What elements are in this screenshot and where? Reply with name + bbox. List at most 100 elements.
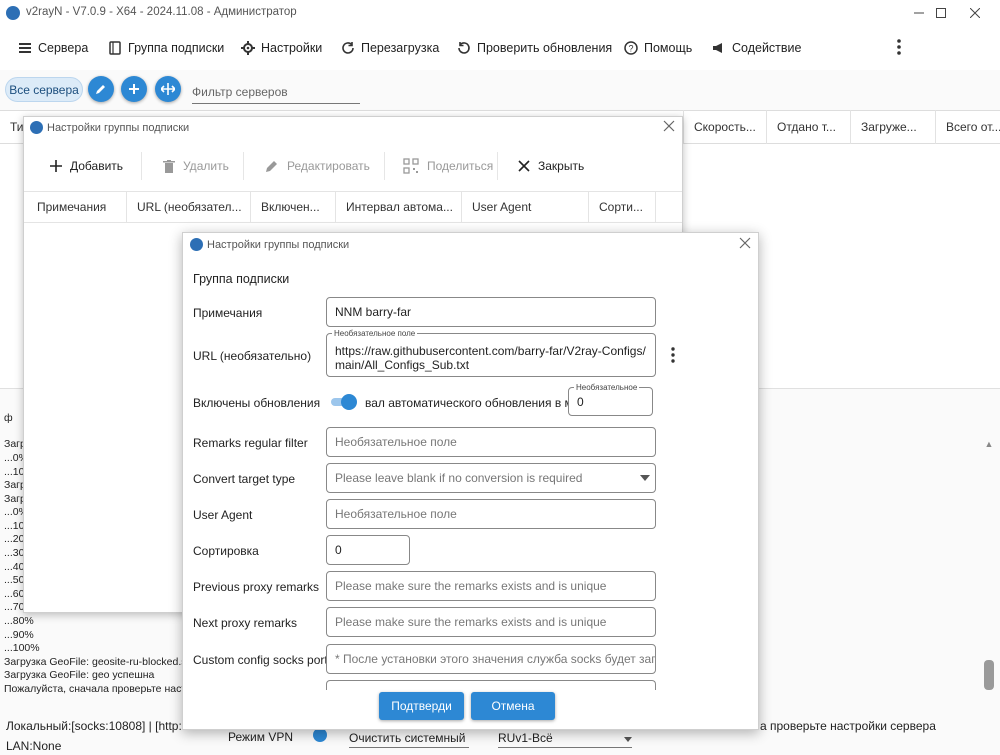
toolbar-divider <box>243 152 244 180</box>
cancel-button[interactable]: Отмена <box>471 692 555 720</box>
chevron-down-icon <box>640 475 650 481</box>
grid-column-sent[interactable]: Отдано т... <box>766 110 850 144</box>
sub-column-url[interactable]: URL (необязател... <box>126 191 250 223</box>
log-line: ...80% <box>4 615 34 627</box>
dialog-title: Настройки группы подписки <box>47 122 190 134</box>
url-more-button[interactable] <box>668 346 678 364</box>
dialog-title: Настройки группы подписки <box>207 239 350 251</box>
close-sub-dialog-button[interactable]: Закрыть <box>518 156 584 176</box>
log-scrollbar-thumb[interactable] <box>984 660 994 690</box>
regex-input[interactable]: Необязательное поле <box>326 427 656 457</box>
socks-port-label: Custom config socks port <box>193 653 328 667</box>
log-line: ...10 <box>4 466 25 478</box>
help-menu-label: Помощь <box>644 41 693 55</box>
vpn-mode-toggle[interactable] <box>306 728 328 742</box>
remarks-input[interactable]: NNM barry-far <box>326 297 656 327</box>
share-sub-button[interactable]: Поделиться <box>403 156 493 176</box>
check-updates-menu-label: Проверить обновления <box>477 41 613 55</box>
prev-proxy-label: Previous proxy remarks <box>193 580 320 594</box>
url-line: main/All_Configs_Sub.txt <box>335 358 470 372</box>
close-icon <box>518 160 530 172</box>
settings-menu-label: Настройки <box>261 41 323 55</box>
toolbar-divider <box>141 152 142 180</box>
prev-proxy-input[interactable]: Please make sure the remarks exists and … <box>326 571 656 601</box>
more-vertical-icon <box>897 39 901 55</box>
more-vertical-icon <box>671 347 675 363</box>
toolbar-divider <box>497 152 498 180</box>
servers-menu[interactable]: Сервера <box>18 38 88 58</box>
convert-select[interactable]: Please leave blank if no conversion is r… <box>326 463 656 493</box>
move-icon <box>161 83 175 95</box>
regex-label: Remarks regular filter <box>193 436 308 450</box>
help-icon: ? <box>624 41 638 55</box>
app-logo-icon <box>6 6 20 20</box>
routing-select[interactable]: RUv1-Всё <box>498 728 632 748</box>
app-logo-icon <box>190 238 203 251</box>
log-line: ...50 <box>4 574 25 586</box>
dialog-close-button[interactable] <box>663 120 677 134</box>
grid-column-total[interactable]: Всего от... <box>935 110 1000 144</box>
sub-column-interval[interactable]: Интервал автома... <box>335 191 461 223</box>
dialog-close-button[interactable] <box>739 237 753 251</box>
edit-group-button[interactable] <box>88 76 114 102</box>
check-updates-menu[interactable]: Проверить обновления <box>457 38 612 58</box>
system-proxy-select[interactable]: Очистить системный пр <box>349 728 469 748</box>
share-sub-label: Поделиться <box>427 159 494 173</box>
next-proxy-input[interactable]: Please make sure the remarks exists and … <box>326 607 656 637</box>
toolbar-divider <box>384 152 385 180</box>
log-line: ф <box>4 412 13 424</box>
delete-sub-button[interactable]: Удалить <box>163 156 229 176</box>
delete-sub-label: Удалить <box>183 159 229 173</box>
sub-column-filler <box>655 191 682 223</box>
server-filter-input[interactable] <box>192 80 360 104</box>
sort-input[interactable]: 0 <box>326 535 410 565</box>
updates-toggle[interactable] <box>330 393 358 411</box>
user-agent-label: User Agent <box>193 508 253 522</box>
reload-menu[interactable]: Перезагрузка <box>341 38 439 58</box>
pencil-icon <box>96 85 105 94</box>
sub-column-remarks[interactable]: Примечания <box>27 191 126 223</box>
help-menu[interactable]: ? Помощь <box>624 38 692 58</box>
grid-column-downloaded[interactable]: Загруже... <box>850 110 935 144</box>
edit-sub-button[interactable]: Редактировать <box>265 156 370 176</box>
book-icon <box>109 41 121 55</box>
grid-column-speed[interactable]: Скорость... <box>683 110 766 144</box>
svg-text:?: ? <box>628 44 633 54</box>
window-title: v2rayN - V7.0.9 - X64 - 2024.11.08 - Адм… <box>26 6 297 18</box>
section-title: Группа подписки <box>193 272 290 286</box>
system-proxy-value: Очистить системный пр <box>349 730 469 745</box>
sub-column-sort[interactable]: Сорти... <box>588 191 655 223</box>
log-line: ...10 <box>4 520 25 532</box>
pencil-icon <box>266 161 277 172</box>
all-servers-chip[interactable]: Все сервера <box>5 77 83 102</box>
promotion-menu[interactable]: Содействие <box>712 38 801 58</box>
settings-menu[interactable]: Настройки <box>241 38 322 58</box>
move-group-button[interactable] <box>155 76 181 102</box>
filter-bar <box>0 70 1000 110</box>
servers-menu-label: Сервера <box>38 41 89 55</box>
sub-column-user-agent[interactable]: User Agent <box>461 191 588 223</box>
close-sub-dialog-label: Закрыть <box>538 159 585 173</box>
routing-value: RUv1-Всё <box>498 730 553 745</box>
interval-floating-label: Необязательное <box>574 383 640 392</box>
user-agent-input[interactable]: Необязательное поле <box>326 499 656 529</box>
close-window-button[interactable] <box>952 0 998 26</box>
sub-group-menu[interactable]: Группа подписки <box>108 38 224 58</box>
trash-icon <box>163 159 175 173</box>
socks-port-input[interactable]: * После установки этого значения служба … <box>326 644 656 674</box>
close-icon <box>663 120 675 132</box>
add-sub-button[interactable]: Добавить <box>50 156 123 176</box>
scroll-up-arrow-icon[interactable]: ▲ <box>984 439 994 449</box>
more-menu-button[interactable] <box>890 36 908 60</box>
grid-column-type[interactable]: Ти <box>0 110 24 144</box>
plus-icon <box>129 84 139 94</box>
url-floating-label: Необязательное поле <box>332 329 418 338</box>
url-input[interactable]: https://raw.githubusercontent.com/barry-… <box>326 333 656 377</box>
add-sub-label: Добавить <box>70 159 124 173</box>
confirm-button[interactable]: Подтверди <box>379 692 464 720</box>
add-group-button[interactable] <box>121 76 147 102</box>
server-check-hint: а проверьте настройки сервера <box>760 719 936 733</box>
log-line: Пожалуйста, сначала проверьте настр <box>4 683 192 695</box>
log-line: ...100% <box>4 642 40 654</box>
sub-column-enabled[interactable]: Включен... <box>250 191 335 223</box>
